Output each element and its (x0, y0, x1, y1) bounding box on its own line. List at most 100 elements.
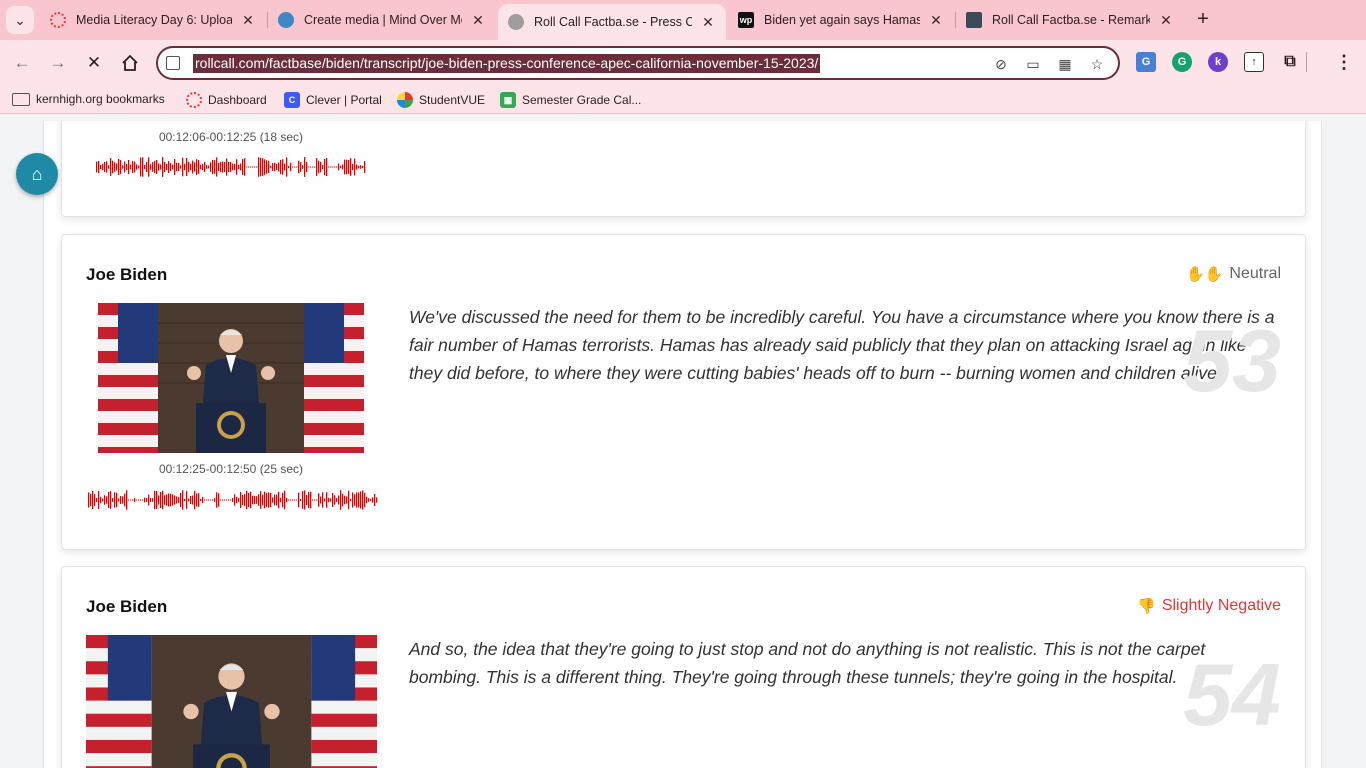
waveform-bar (218, 493, 220, 507)
wp-logo-icon: wp (738, 12, 754, 28)
waveform-bar (286, 497, 288, 503)
waveform-bar (250, 166, 252, 168)
eye-off-icon[interactable]: ⊘ (992, 55, 1010, 73)
waveform-bar (270, 165, 272, 169)
upload-extension-icon[interactable]: ↑ (1244, 52, 1264, 72)
more-menu-icon[interactable]: ⋮ (1334, 52, 1354, 72)
waveform-bar (238, 497, 240, 503)
waveform-bar (244, 494, 246, 506)
waveform-bar (354, 494, 356, 506)
close-icon[interactable]: ✕ (928, 12, 944, 29)
stop-button[interactable]: ✕ (82, 51, 106, 75)
bookmark-dashboard[interactable]: Dashboard (186, 92, 267, 108)
quote-text: And so, the idea that they're going to j… (409, 639, 1206, 687)
grammarly-icon[interactable]: G (1172, 52, 1192, 72)
waveform-bar (318, 493, 320, 507)
waveform-bar (340, 165, 342, 169)
tab-search-button[interactable]: ⌄ (6, 6, 34, 34)
close-icon[interactable]: ✕ (1158, 12, 1174, 29)
waveform-bar (212, 499, 214, 501)
video-thumbnail[interactable] (98, 303, 364, 453)
tab-washington-post[interactable]: wp Biden yet again says Hamas ✕ (728, 4, 954, 36)
waveform-bar (350, 498, 352, 502)
bookmarks-bar: kernhigh.org bookmarks Dashboard C Cleve… (0, 86, 1366, 114)
google-translate-icon[interactable]: G (1136, 52, 1156, 72)
waveform-bar (156, 159, 158, 175)
waveform-bar (230, 162, 232, 172)
audio-waveform[interactable] (96, 154, 366, 180)
waveform-bar (234, 163, 236, 171)
waveform-bar (290, 499, 292, 501)
url-text[interactable]: rollcall.com/factbase/biden/transcript/j… (193, 54, 821, 73)
waveform-bar (330, 166, 332, 168)
waveform-bar (280, 497, 282, 503)
tab-roll-call-remarks[interactable]: Roll Call Factba.se - Remarks ✕ (956, 4, 1184, 36)
qr-code-icon[interactable]: ▦ (1056, 55, 1074, 73)
waveform-bar (268, 161, 270, 173)
waveform-bar (160, 164, 162, 170)
waveform-bar (180, 492, 182, 508)
kami-icon[interactable]: k (1208, 52, 1228, 72)
site-info-icon[interactable] (166, 56, 180, 70)
waveform-bar (170, 493, 172, 507)
waveform-bar (246, 166, 248, 168)
waveform-bar (214, 498, 216, 502)
waveform-bar (302, 491, 304, 509)
bookmark-semester-grade[interactable]: ▦ Semester Grade Cal... (500, 92, 641, 108)
waveform-bar (226, 158, 228, 176)
address-bar[interactable]: rollcall.com/factbase/biden/transcript/j… (156, 46, 1120, 80)
waveform-bar (114, 492, 116, 508)
close-icon[interactable]: ✕ (240, 12, 256, 29)
waveform-bar (240, 163, 242, 171)
waveform-bar (150, 164, 152, 170)
waveform-bar (264, 491, 266, 509)
waveform-bar (324, 158, 326, 176)
tab-mind-over-media[interactable]: Create media | Mind Over Media ✕ (268, 4, 496, 36)
waveform-bar (126, 490, 128, 510)
waveform-bar (122, 496, 124, 504)
speaker-name[interactable]: Joe Biden (86, 265, 167, 285)
video-thumbnail[interactable] (86, 635, 377, 768)
entry-number: 53 (1183, 311, 1281, 410)
close-icon[interactable]: ✕ (470, 12, 486, 29)
tab-media-literacy[interactable]: Media Literacy Day 6: Upload ✕ (40, 4, 266, 36)
waveform-bar (292, 166, 294, 168)
close-icon[interactable]: ✕ (700, 14, 716, 31)
accessibility-button[interactable]: ⌂ (16, 153, 58, 195)
waveform-bar (344, 495, 346, 505)
waveform-bar (362, 165, 364, 169)
accessibility-icon: ⌂ (31, 163, 43, 184)
extensions-puzzle-icon[interactable]: ⧉ (1280, 52, 1300, 72)
waveform-bar (116, 492, 118, 508)
back-button[interactable]: ← (10, 51, 34, 75)
waveform-bar (222, 161, 224, 173)
speaker-name[interactable]: Joe Biden (86, 597, 167, 617)
tab-roll-call-press[interactable]: Roll Call Factba.se - Press Co ✕ (498, 4, 726, 40)
bookmark-studentvue[interactable]: StudentVUE (397, 92, 485, 108)
new-tab-button[interactable]: + (1192, 8, 1214, 30)
chevron-down-icon: ⌄ (14, 11, 26, 28)
waveform-bar (330, 498, 332, 502)
waveform-bar (164, 161, 166, 173)
bookmark-kernhigh[interactable]: kernhigh.org bookmarks (12, 92, 165, 106)
waveform-bar (376, 497, 378, 503)
waveform-bar (356, 492, 358, 508)
waveform-bar (248, 166, 250, 168)
waveform-bar (198, 160, 200, 174)
waveform-bar (364, 492, 366, 508)
waveform-bar (356, 164, 358, 170)
bookmark-star-icon[interactable]: ☆ (1088, 55, 1106, 73)
waveform-bar (136, 499, 138, 501)
waveform-bar (278, 162, 280, 172)
waveform-bar (298, 160, 300, 174)
forward-button[interactable]: → (46, 51, 70, 75)
waveform-bar (100, 164, 102, 170)
timecode: 00:12:25-00:12:50 (25 sec) (158, 462, 304, 476)
bookmark-clever[interactable]: C Clever | Portal (284, 92, 382, 108)
audio-waveform[interactable] (88, 487, 378, 513)
waveform-bar (228, 499, 230, 501)
waveform-bar (344, 159, 346, 175)
install-app-icon[interactable]: ▭ (1024, 55, 1042, 73)
waveform-bar (298, 492, 300, 508)
home-button[interactable] (118, 51, 142, 75)
